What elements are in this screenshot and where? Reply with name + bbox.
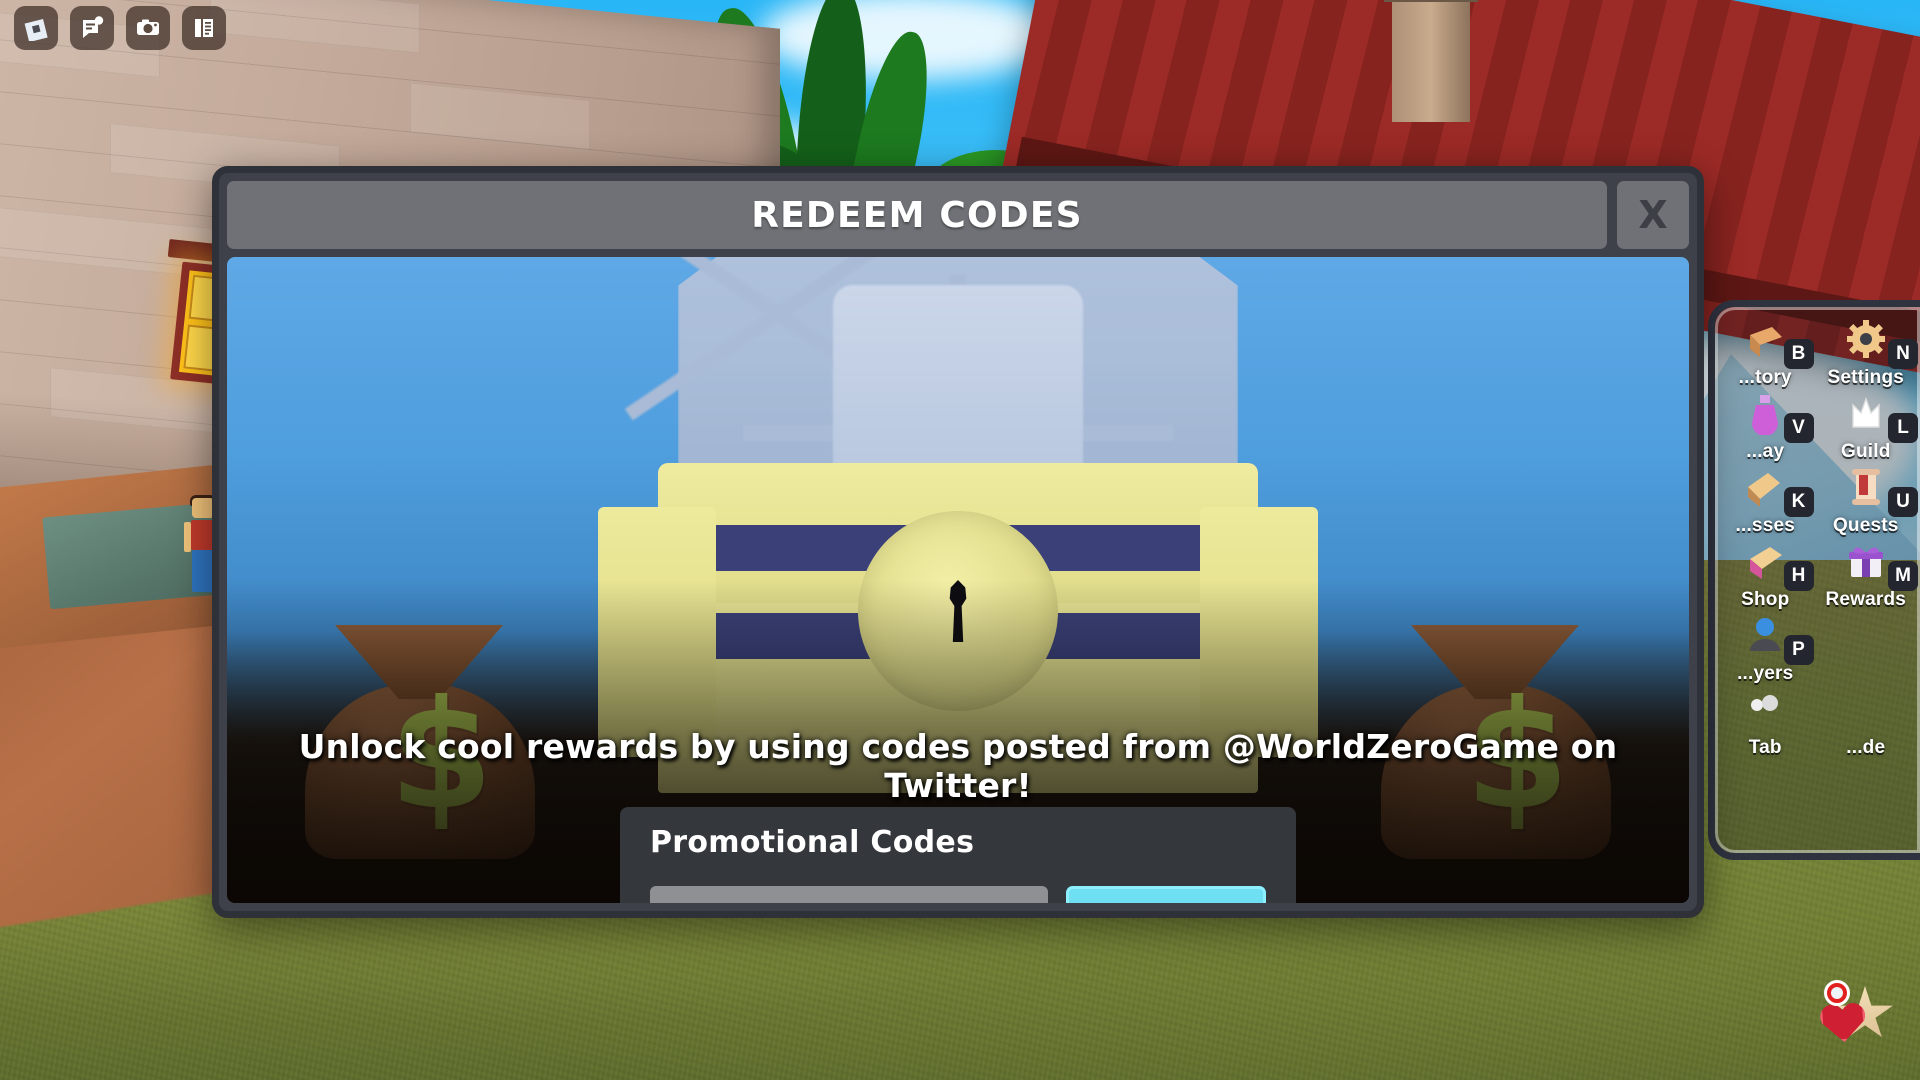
sidebar-key-play: V: [1783, 413, 1814, 443]
sidebar-item-play[interactable]: V ...ay: [1715, 391, 1816, 465]
camera-icon[interactable]: [126, 6, 170, 50]
sidebar-label-settings: Settings: [1827, 367, 1905, 388]
game-side-menu: B ...tory N Settings V ...ay L Guild K .…: [1708, 300, 1920, 860]
scroll-icon: [1843, 467, 1889, 509]
sidebar-label-inventory: ...tory: [1738, 367, 1792, 388]
sidebar-label-shop: Shop: [1741, 589, 1790, 610]
potion-icon: [1742, 393, 1788, 436]
sidebar-key-inventory: B: [1783, 339, 1814, 369]
chest-lock-icon: [858, 511, 1058, 711]
inventory-icon: [1742, 319, 1788, 361]
sidebar-key-classes: K: [1783, 487, 1814, 517]
sidebar-item-code[interactable]: ...de: [1816, 687, 1917, 761]
sidebar-key-settings: N: [1888, 339, 1918, 369]
chimney-cap: [1384, 0, 1478, 2]
chimney: [1392, 0, 1470, 122]
promo-section-title: Promotional Codes: [650, 825, 975, 860]
sidebar-key-quests: U: [1888, 487, 1918, 517]
gift-icon: [1843, 541, 1889, 583]
classes-icon: [1742, 467, 1788, 509]
sidebar-item-rewards[interactable]: M Rewards: [1816, 539, 1918, 613]
sidebar-item-settings[interactable]: N Settings: [1816, 317, 1918, 391]
promotional-codes-panel: Promotional Codes Redeem: [620, 807, 1296, 903]
dialog-artwork-body: $ $ Unlock cool rewards by using codes p…: [227, 257, 1689, 903]
sidebar-label-emote: Tab: [1748, 737, 1782, 758]
close-button[interactable]: X: [1617, 181, 1689, 249]
redeem-button[interactable]: Redeem: [1066, 886, 1266, 903]
sidebar-label-rewards: Rewards: [1825, 589, 1907, 610]
favorite-heart-star-badge[interactable]: [1816, 978, 1894, 1050]
dialog-titlebar: REDEEM CODES X: [227, 181, 1689, 249]
sidebar-key-rewards: M: [1888, 561, 1918, 591]
roblox-toolbar: [14, 6, 226, 50]
sidebar-item-players[interactable]: P ...yers: [1715, 613, 1816, 687]
sidebar-key-guild: L: [1888, 413, 1918, 443]
sidebar-item-inventory[interactable]: B ...tory: [1715, 317, 1816, 391]
sidebar-label-quests: Quests: [1832, 515, 1899, 536]
sidebar-label-classes: ...sses: [1735, 515, 1795, 536]
dialog-tagline: Unlock cool rewards by using codes poste…: [298, 727, 1618, 805]
keyhole-icon: [949, 580, 967, 642]
roblox-logo-icon[interactable]: [14, 6, 58, 50]
page-title: REDEEM CODES: [751, 194, 1083, 236]
side-menu-grid: B ...tory N Settings V ...ay L Guild K .…: [1715, 307, 1920, 853]
menu-list-icon[interactable]: [182, 6, 226, 50]
sidebar-item-spacer: [1816, 613, 1917, 687]
close-icon: X: [1638, 193, 1668, 237]
gear-icon: [1843, 319, 1889, 361]
notification-badge-icon: [1824, 980, 1850, 1006]
code-input[interactable]: [650, 886, 1048, 903]
sidebar-key-players: P: [1783, 635, 1814, 665]
sidebar-item-classes[interactable]: K ...sses: [1715, 465, 1816, 539]
dialog-title-bar: REDEEM CODES: [227, 181, 1607, 249]
sidebar-key-shop: H: [1783, 561, 1814, 591]
sidebar-label-code: ...de: [1846, 737, 1886, 758]
promo-input-row: Redeem: [650, 886, 1266, 903]
sidebar-label-play: ...ay: [1746, 441, 1785, 462]
players-icon: [1742, 615, 1788, 657]
sidebar-item-guild[interactable]: L Guild: [1816, 391, 1918, 465]
shop-icon: [1742, 541, 1788, 583]
redeem-codes-dialog: REDEEM CODES X $ $ Unlock cool rewards b…: [212, 166, 1704, 918]
crown-icon: [1843, 393, 1889, 435]
sidebar-item-quests[interactable]: U Quests: [1816, 465, 1918, 539]
emote-icon: [1742, 689, 1788, 731]
sidebar-item-emote[interactable]: Tab: [1715, 687, 1816, 761]
sidebar-label-guild: Guild: [1840, 441, 1891, 462]
sidebar-label-players: ...yers: [1737, 663, 1794, 684]
sidebar-item-shop[interactable]: H Shop: [1715, 539, 1816, 613]
chat-icon[interactable]: [70, 6, 114, 50]
